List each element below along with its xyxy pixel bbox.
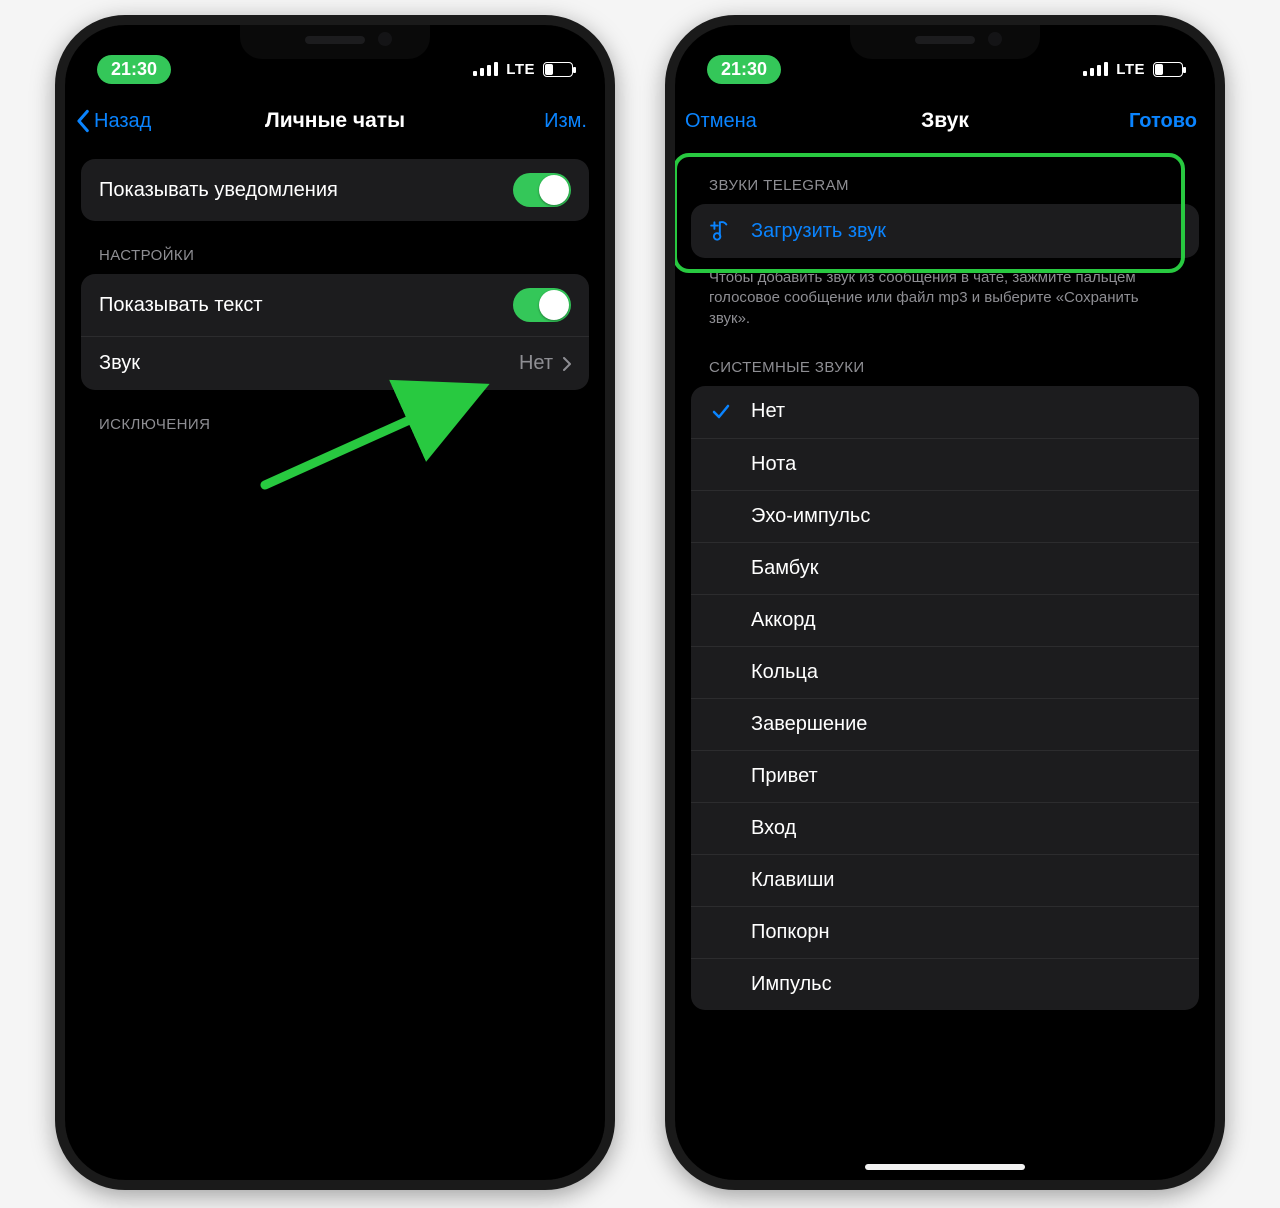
exceptions-header: ИСКЛЮЧЕНИЯ: [81, 390, 589, 443]
sound-option-label: Вход: [751, 817, 796, 840]
upload-hint: Чтобы добавить звук из сообщения в чате,…: [691, 258, 1199, 333]
sound-row[interactable]: Звук Нет: [81, 336, 589, 390]
sound-option-label: Нота: [751, 453, 796, 476]
edit-button[interactable]: Изм.: [544, 110, 587, 133]
show-text-row[interactable]: Показывать текст: [81, 274, 589, 336]
show-notifications-label: Показывать уведомления: [99, 179, 338, 202]
done-button[interactable]: Готово: [1129, 110, 1197, 133]
chevron-right-icon: [563, 357, 571, 371]
battery-icon: [543, 62, 573, 77]
sound-option-label: Аккорд: [751, 609, 816, 632]
settings-card: Показывать текст Звук Нет: [81, 274, 589, 390]
left-screen: 21:30 LTE Назад Личные чаты Изм. Показыв…: [65, 25, 605, 1180]
sound-option-label: Привет: [751, 765, 818, 788]
sound-value-wrap: Нет: [519, 352, 571, 375]
sound-option[interactable]: Нота: [691, 438, 1199, 490]
upload-sound-label: Загрузить звук: [751, 220, 886, 243]
telegram-sounds-header: ЗВУКИ TELEGRAM: [691, 159, 1199, 204]
sound-option[interactable]: Привет: [691, 750, 1199, 802]
battery-icon: [1153, 62, 1183, 77]
upload-sound-row[interactable]: Загрузить звук: [691, 204, 1199, 258]
show-text-toggle[interactable]: [513, 288, 571, 322]
sound-option[interactable]: Попкорн: [691, 906, 1199, 958]
upload-sound-icon: [709, 218, 735, 244]
network-label: LTE: [1116, 61, 1145, 78]
navbar: Отмена Звук Готово: [675, 93, 1215, 149]
sound-option[interactable]: Вход: [691, 802, 1199, 854]
status-time: 21:30: [97, 55, 171, 84]
sound-option[interactable]: Импульс: [691, 958, 1199, 1010]
sound-option-label: Попкорн: [751, 921, 830, 944]
sound-option[interactable]: Кольца: [691, 646, 1199, 698]
navbar: Назад Личные чаты Изм.: [65, 93, 605, 149]
sound-option-label: Эхо-импульс: [751, 505, 870, 528]
right-phone-frame: 21:30 LTE Отмена Звук Готово ЗВУКИ TELEG…: [665, 15, 1225, 1190]
sound-option[interactable]: Эхо-импульс: [691, 490, 1199, 542]
content: Показывать уведомления НАСТРОЙКИ Показыв…: [65, 149, 605, 1180]
system-sounds-header: СИСТЕМНЫЕ ЗВУКИ: [691, 333, 1199, 386]
show-notifications-toggle[interactable]: [513, 173, 571, 207]
signal-icon: [1083, 62, 1108, 76]
status-right: LTE: [473, 61, 573, 78]
sound-label: Звук: [99, 352, 140, 375]
sound-value: Нет: [519, 352, 553, 375]
back-button[interactable]: Назад: [75, 109, 151, 133]
sound-option[interactable]: Нет: [691, 386, 1199, 438]
notch: [850, 25, 1040, 59]
settings-header: НАСТРОЙКИ: [81, 221, 589, 274]
sound-option-label: Импульс: [751, 973, 832, 996]
left-phone-frame: 21:30 LTE Назад Личные чаты Изм. Показыв…: [55, 15, 615, 1190]
sound-option[interactable]: Аккорд: [691, 594, 1199, 646]
chevron-left-icon: [75, 109, 90, 133]
sound-option[interactable]: Завершение: [691, 698, 1199, 750]
sound-option-label: Нет: [751, 400, 785, 423]
network-label: LTE: [506, 61, 535, 78]
cancel-button[interactable]: Отмена: [685, 110, 757, 133]
content: ЗВУКИ TELEGRAM Загрузить звук Чтобы доба…: [675, 149, 1215, 1180]
sound-option-label: Клавиши: [751, 869, 834, 892]
sound-option-label: Бамбук: [751, 557, 819, 580]
sound-option-label: Кольца: [751, 661, 818, 684]
show-text-label: Показывать текст: [99, 294, 263, 317]
sound-option[interactable]: Клавиши: [691, 854, 1199, 906]
sound-option-label: Завершение: [751, 713, 867, 736]
home-indicator[interactable]: [865, 1164, 1025, 1170]
signal-icon: [473, 62, 498, 76]
notifications-card: Показывать уведомления: [81, 159, 589, 221]
cancel-label: Отмена: [685, 110, 757, 133]
right-screen: 21:30 LTE Отмена Звук Готово ЗВУКИ TELEG…: [675, 25, 1215, 1180]
system-sounds-list: Нет Нота Эхо-импульс Бамбук Аккорд Кольца Заве…: [691, 386, 1199, 1010]
sound-option[interactable]: Бамбук: [691, 542, 1199, 594]
checkmark-icon: [709, 403, 733, 421]
notch: [240, 25, 430, 59]
back-label: Назад: [94, 110, 151, 133]
status-right: LTE: [1083, 61, 1183, 78]
show-notifications-row[interactable]: Показывать уведомления: [81, 159, 589, 221]
upload-card: Загрузить звук: [691, 204, 1199, 258]
status-time: 21:30: [707, 55, 781, 84]
